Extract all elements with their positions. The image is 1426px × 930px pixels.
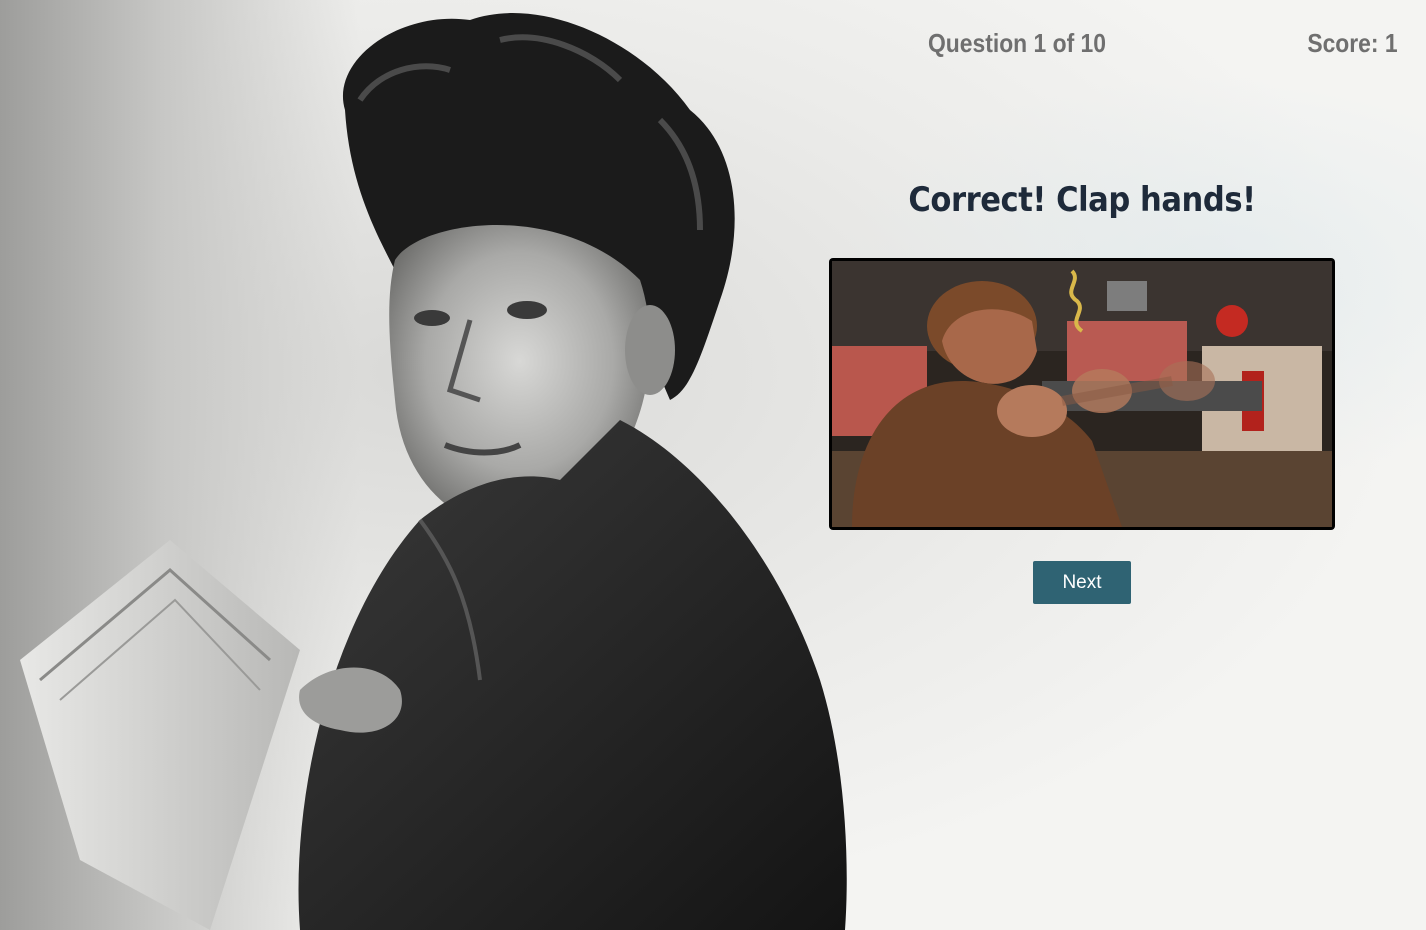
question-counter: Question 1 of 10	[928, 28, 1106, 58]
score-display: Score: 1	[1307, 28, 1398, 58]
feedback-title: Correct! Clap hands!	[908, 180, 1256, 220]
clapping-gif	[829, 258, 1335, 530]
portrait-photo	[20, 13, 847, 930]
next-button[interactable]: Next	[1033, 561, 1131, 604]
